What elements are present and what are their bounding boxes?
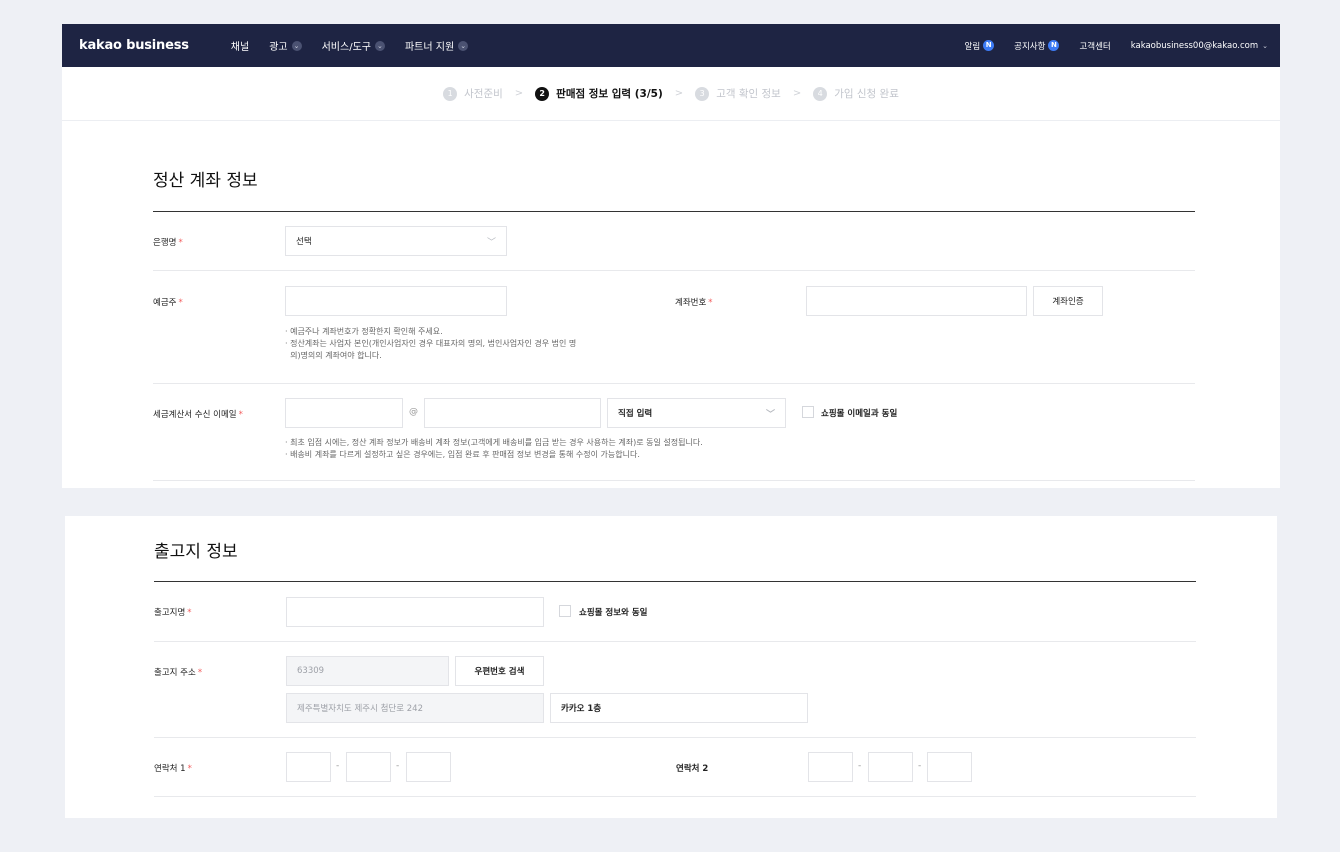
- main-nav: 채널 광고 ⌄ 서비스/도구 ⌄ 파트너 지원 ⌄: [231, 38, 488, 53]
- chevron-down-icon: ⌄: [1262, 41, 1268, 50]
- divider: [154, 737, 1196, 738]
- phone1-label: 연락처 1 *: [154, 764, 192, 774]
- same-as-mall-info-checkbox[interactable]: [559, 605, 571, 617]
- step-1: 1 사전준비: [443, 86, 503, 101]
- origin-name-input[interactable]: [286, 597, 544, 627]
- bank-select-value: 선택: [296, 237, 312, 247]
- header-utility: 알림 N 공지사항 N 고객센터 kakaobusiness00@kakao.c…: [945, 40, 1268, 52]
- step-2: 2 판매점 정보 입력 (3/5): [535, 86, 663, 101]
- chevron-down-icon: ﹀: [765, 410, 775, 420]
- nav-item-channel[interactable]: 채널: [231, 38, 249, 53]
- email-local-input[interactable]: [285, 398, 403, 428]
- phone1-part3-input[interactable]: [406, 752, 451, 782]
- divider: [153, 211, 1195, 212]
- phone2-part1-input[interactable]: [808, 752, 853, 782]
- divider: [154, 581, 1196, 582]
- phone2-part3-input[interactable]: [927, 752, 972, 782]
- support-label: 고객센터: [1079, 41, 1111, 52]
- step-label: 사전준비: [464, 88, 503, 100]
- settlement-section: 정산 계좌 정보 은행명 * 선택 ﹀ 예금주 * 계좌번호 * 계좌인증 · 예금주…: [62, 121, 1280, 488]
- nav-item-partner-support[interactable]: 파트너 지원 ⌄: [404, 38, 469, 53]
- postcode-input[interactable]: 63309: [286, 656, 449, 686]
- postcode-search-button[interactable]: 우편번호 검색: [455, 656, 544, 686]
- dash: -: [918, 761, 922, 771]
- divider: [154, 641, 1196, 642]
- at-sign: @: [409, 407, 418, 417]
- email-domain-select[interactable]: 직접 입력 ﹀: [607, 398, 786, 428]
- chevron-down-icon: ⌄: [374, 40, 385, 51]
- phone1-part2-input[interactable]: [346, 752, 391, 782]
- chevron-right-icon: >: [674, 88, 684, 99]
- chevron-right-icon: >: [792, 88, 802, 99]
- step-number: 3: [695, 86, 710, 101]
- dash: -: [336, 761, 340, 771]
- tax-email-label: 세금계산서 수신 이메일 *: [153, 410, 243, 420]
- email-domain-select-value: 직접 입력: [618, 409, 653, 419]
- same-as-mall-email-label[interactable]: 쇼핑몰 이메일과 동일: [821, 407, 897, 419]
- signup-stepper: 1 사전준비 > 2 판매점 정보 입력 (3/5) > 3 고객 확인 정보 …: [62, 67, 1280, 121]
- top-header: kakao business 채널 광고 ⌄ 서비스/도구 ⌄ 파트너 지원 ⌄…: [62, 24, 1280, 67]
- step-number: 1: [443, 86, 458, 101]
- divider: [154, 796, 1196, 797]
- notice-link[interactable]: 공지사항 N: [1014, 40, 1060, 52]
- nav-item-label: 채널: [230, 42, 250, 53]
- nav-item-services-tools[interactable]: 서비스/도구 ⌄: [322, 38, 385, 53]
- step-number: 4: [813, 86, 828, 101]
- notice-label: 공지사항: [1014, 41, 1046, 52]
- holder-input[interactable]: [285, 286, 507, 316]
- chevron-down-icon: ⌄: [291, 40, 302, 51]
- same-as-mall-info-label[interactable]: 쇼핑몰 정보와 동일: [579, 606, 647, 618]
- nav-item-label: 광고: [269, 42, 288, 53]
- email-help: · 최초 입점 시에는, 정산 계좌 정보가 배송비 계좌 정보(고객에게 배송…: [285, 438, 703, 459]
- account-email: kakaobusiness00@kakao.com: [1130, 40, 1259, 51]
- step-label: 가입 신청 완료: [834, 88, 899, 100]
- step-label: 고객 확인 정보: [716, 88, 781, 100]
- nav-item-ads[interactable]: 광고 ⌄: [269, 38, 302, 53]
- phone2-part2-input[interactable]: [868, 752, 913, 782]
- section-title: 출고지 정보: [154, 542, 238, 562]
- shipping-origin-section: 출고지 정보 출고지명 * 쇼핑몰 정보와 동일 출고지 주소 * 63309 우편…: [65, 516, 1277, 818]
- nav-item-label: 파트너 지원: [404, 42, 455, 53]
- divider: [153, 270, 1195, 271]
- divider: [153, 480, 1195, 481]
- step-number: 2: [535, 86, 550, 101]
- chevron-down-icon: ⌄: [458, 40, 469, 51]
- kakao-business-logo[interactable]: kakao business: [79, 38, 189, 53]
- account-menu[interactable]: kakaobusiness00@kakao.com ⌄: [1131, 41, 1268, 51]
- support-link[interactable]: 고객센터: [1079, 40, 1110, 52]
- chevron-right-icon: >: [514, 88, 524, 99]
- step-label: 판매점 정보 입력 (3/5): [556, 88, 663, 100]
- same-as-mall-email-checkbox[interactable]: [802, 406, 814, 418]
- verify-account-button[interactable]: 계좌인증: [1033, 286, 1103, 316]
- origin-address-label: 출고지 주소 *: [154, 668, 203, 678]
- holder-label: 예금주 *: [153, 298, 183, 308]
- dash: -: [396, 761, 400, 771]
- new-badge: N: [983, 40, 995, 51]
- holder-help: · 예금주나 계좌번호가 정확한지 확인해 주세요. · 정산계좌는 사업자 본인…: [285, 327, 577, 360]
- address-line1-input[interactable]: 제주특별자치도 제주시 첨단로 242: [286, 693, 544, 723]
- dash: -: [858, 761, 862, 771]
- phone2-label: 연락처 2: [676, 764, 709, 774]
- nav-item-label: 서비스/도구: [321, 42, 371, 53]
- address-line2-input[interactable]: 카카오 1층: [550, 693, 808, 723]
- divider: [153, 383, 1195, 384]
- email-domain-input[interactable]: [424, 398, 601, 428]
- new-badge: N: [1048, 40, 1060, 51]
- bank-label: 은행명 *: [153, 238, 183, 248]
- section-title: 정산 계좌 정보: [153, 171, 258, 191]
- step-3: 3 고객 확인 정보: [695, 86, 781, 101]
- account-number-label: 계좌번호 *: [675, 298, 713, 308]
- account-number-input[interactable]: [806, 286, 1027, 316]
- chevron-down-icon: ﹀: [486, 238, 496, 248]
- alerts-link[interactable]: 알림 N: [965, 40, 995, 52]
- alerts-label: 알림: [964, 41, 981, 52]
- bank-select[interactable]: 선택 ﹀: [285, 226, 507, 256]
- step-4: 4 가입 신청 완료: [813, 86, 899, 101]
- origin-name-label: 출고지명 *: [154, 608, 192, 618]
- phone1-part1-input[interactable]: [286, 752, 331, 782]
